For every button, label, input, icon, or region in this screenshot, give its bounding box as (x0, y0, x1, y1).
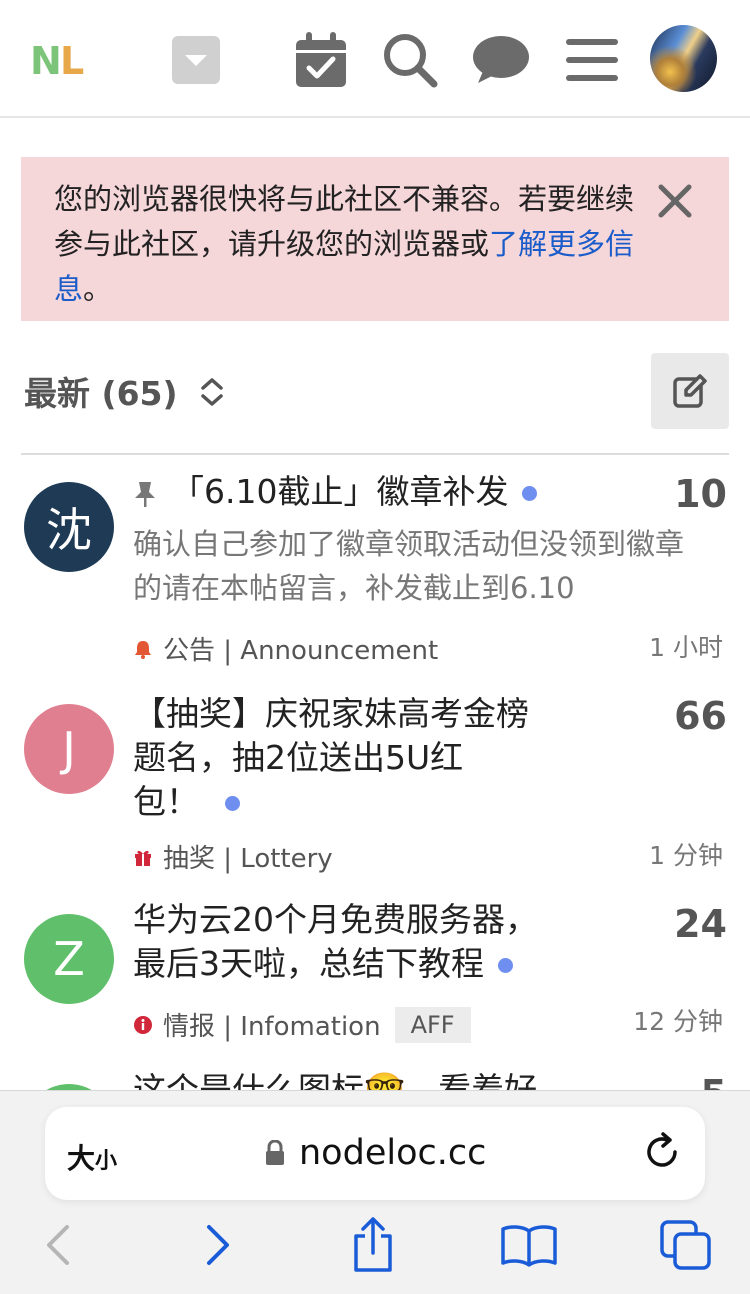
topic-title-line: 最后3天啦，总结下教程 (133, 944, 484, 983)
pencil-square-icon (673, 374, 707, 408)
topic-title-line: 【抽奖】庆祝家妹高考金榜 (133, 694, 529, 733)
lock-icon (266, 1140, 284, 1165)
avatar-letter: 沈 (46, 503, 92, 557)
pin-icon (135, 481, 155, 507)
reply-count[interactable]: 10 (674, 472, 727, 516)
logo-l: L (60, 39, 84, 82)
user-avatar[interactable] (650, 25, 717, 92)
topic-title-text: 「6.10截止」徽章补发 (171, 472, 509, 511)
reply-count[interactable]: 24 (674, 902, 727, 946)
latest-filter-dropdown[interactable]: 最新 (65) (24, 366, 178, 416)
list-divider (21, 453, 729, 455)
info-icon (134, 1015, 152, 1034)
url-display[interactable]: nodeloc.cc (265, 1133, 486, 1173)
tabs-icon[interactable] (656, 1215, 716, 1275)
text-size-button[interactable]: 大小 (67, 1137, 117, 1177)
category-label: 抽奖 | Lottery (163, 844, 333, 874)
topic-title[interactable]: 【抽奖】庆祝家妹高考金榜 题名，抽2位送出5U红 包！ (133, 692, 603, 824)
bell-icon (135, 640, 151, 659)
text-size-small: 小 (95, 1149, 118, 1174)
calendar-check-icon[interactable] (289, 28, 353, 92)
topic-title-line: 题名，抽2位送出5U红 (133, 738, 464, 777)
author-avatar[interactable]: 沈 (24, 482, 114, 572)
address-bar[interactable]: 大小 nodeloc.cc (45, 1107, 705, 1200)
activity-time[interactable]: 1 分钟 (649, 836, 723, 872)
topic-title-text[interactable]: 这个是什么图标🤓，看着好 (133, 1068, 537, 1092)
topic-tag[interactable]: AFF (394, 1006, 471, 1043)
avatar-letter: Z (53, 932, 85, 986)
topic-row-partial[interactable]: 这个是什么图标🤓，看着好 5 (0, 1068, 750, 1092)
chevron-up-down-icon[interactable] (198, 376, 226, 408)
avatar-letter: J (62, 722, 76, 776)
bookmarks-icon[interactable] (499, 1215, 559, 1275)
unread-dot (225, 796, 240, 811)
banner-text: 您的浏览器很快将与此社区不兼容。若要继续参与此社区，请升级您的浏览器或了解更多信… (54, 177, 654, 312)
reply-count[interactable]: 66 (674, 694, 727, 738)
chat-icon[interactable] (468, 28, 532, 92)
menu-icon[interactable] (560, 28, 624, 92)
category-badge[interactable]: 抽奖 | Lottery (133, 838, 333, 875)
topic-title-line: 包！ (133, 782, 199, 821)
banner-suffix: 。 (83, 272, 113, 306)
new-topic-button[interactable] (651, 353, 729, 429)
author-avatar[interactable]: J (24, 704, 114, 794)
reply-count[interactable]: 5 (701, 1072, 727, 1092)
share-icon[interactable] (343, 1215, 403, 1275)
browser-warning-banner: 您的浏览器很快将与此社区不兼容。若要继续参与此社区，请升级您的浏览器或了解更多信… (21, 157, 729, 321)
site-logo[interactable]: N L (30, 38, 90, 82)
reload-icon[interactable] (641, 1131, 683, 1173)
search-icon[interactable] (378, 28, 442, 92)
activity-time[interactable]: 12 分钟 (633, 1002, 723, 1038)
author-avatar[interactable]: Z (24, 914, 114, 1004)
url-text: nodeloc.cc (299, 1133, 487, 1173)
browser-toolbar: 大小 nodeloc.cc (0, 1090, 750, 1294)
topic-title-line: 华为云20个月免费服务器， (133, 900, 538, 939)
close-icon[interactable] (655, 181, 695, 221)
forward-icon[interactable] (188, 1215, 248, 1275)
unread-dot (498, 958, 513, 973)
unread-dot (522, 486, 538, 501)
site-header: N L (0, 0, 750, 118)
latest-label: 最新 (65) (24, 374, 178, 413)
gift-icon (135, 850, 151, 866)
topic-excerpt: 确认自己参加了徽章领取活动但没领到徽章的请在本帖留言，补发截止到6.10 (133, 527, 685, 605)
topic-title[interactable]: 华为云20个月免费服务器， 最后3天啦，总结下教程 (133, 898, 603, 986)
category-label: 情报 | Infomation (163, 1012, 381, 1042)
activity-time[interactable]: 1 小时 (649, 628, 723, 664)
topic-title[interactable]: 「6.10截止」徽章补发 (133, 470, 538, 514)
text-size-label: 大 (67, 1142, 96, 1175)
category-badge[interactable]: 情报 | Infomation AFF (133, 1006, 471, 1043)
back-icon[interactable] (28, 1215, 88, 1275)
category-badge[interactable]: 公告 | Announcement (133, 630, 438, 667)
inbox-icon[interactable] (164, 28, 228, 92)
category-label: 公告 | Announcement (163, 636, 439, 666)
logo-n: N (30, 39, 62, 82)
